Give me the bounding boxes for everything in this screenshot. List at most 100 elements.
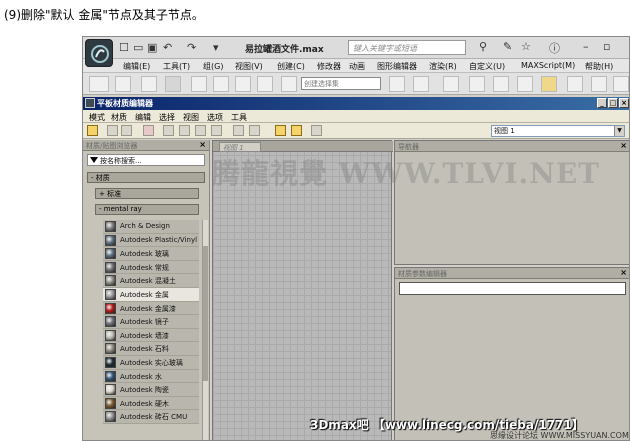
star-icon[interactable]: ☆ xyxy=(521,40,531,53)
menu-create[interactable]: 创建(C) xyxy=(277,61,305,72)
menu-modifiers[interactable]: 修改器 xyxy=(317,61,341,72)
slate-menu-tools[interactable]: 工具 xyxy=(231,112,247,123)
menu-help[interactable]: 帮助(H) xyxy=(585,61,613,72)
layer-manager-icon[interactable] xyxy=(443,76,459,92)
hide-unused-slots-icon[interactable] xyxy=(179,125,190,136)
slate-maximize-button[interactable]: □ xyxy=(608,98,618,108)
render-icon[interactable] xyxy=(613,76,629,92)
menu-graph-editors[interactable]: 图形编辑器 xyxy=(377,61,417,72)
list-item[interactable]: Autodesk 墙漆 xyxy=(103,328,199,343)
slate-menu-mode[interactable]: 模式 xyxy=(89,112,105,123)
search-input[interactable]: 键入关键字或短语 xyxy=(348,40,466,55)
material-browser-toggle-icon[interactable] xyxy=(275,125,286,136)
params-close-icon[interactable]: × xyxy=(620,268,627,277)
slate-minimize-button[interactable]: _ xyxy=(597,98,607,108)
wrench-icon[interactable]: ✎ xyxy=(503,40,512,53)
menu-customize[interactable]: 自定义(U) xyxy=(469,61,505,72)
list-item[interactable]: Autodesk 实心玻璃 xyxy=(103,355,199,370)
move-icon[interactable] xyxy=(141,76,157,92)
select-link-icon[interactable] xyxy=(115,76,131,92)
material-swatch-icon xyxy=(105,384,116,396)
layout-children-icon[interactable] xyxy=(249,125,260,136)
group-standard[interactable]: + 标准 xyxy=(95,188,199,199)
slate-menu-options[interactable]: 选项 xyxy=(207,112,223,123)
list-item[interactable]: Autodesk 陶瓷 xyxy=(103,383,199,397)
open-icon[interactable]: ▭ xyxy=(133,41,143,54)
mirror-icon[interactable] xyxy=(389,76,405,92)
list-item[interactable]: Autodesk 石料 xyxy=(103,342,199,356)
render-setup-icon[interactable] xyxy=(567,76,583,92)
scrollbar-thumb[interactable] xyxy=(203,246,208,381)
view-tab[interactable]: 视图 1 xyxy=(219,142,261,152)
browser-close-icon[interactable]: × xyxy=(199,140,206,149)
list-item[interactable]: Autodesk 常规 xyxy=(103,260,199,275)
select-object-icon[interactable] xyxy=(165,76,181,92)
menu-maxscript[interactable]: MAXScript(M) xyxy=(521,61,575,70)
menu-group[interactable]: 组(G) xyxy=(203,61,223,72)
list-item[interactable]: Autodesk 混凝土 xyxy=(103,274,199,288)
material-editor-icon[interactable] xyxy=(517,76,533,92)
list-item[interactable]: Autodesk 金属 xyxy=(103,287,199,302)
group-materials[interactable]: - 材质 xyxy=(87,172,205,183)
list-item[interactable]: Autodesk 硬木 xyxy=(103,396,199,411)
slate-menu-material[interactable]: 材质 xyxy=(111,112,127,123)
material-browser-panel: 材质/贴图浏览器 × 按名称搜索... - 材质 + 标准 - mental r… xyxy=(83,140,210,440)
move-children-icon[interactable] xyxy=(163,125,174,136)
menu-view[interactable]: 视图(V) xyxy=(235,61,263,72)
slate-close-button[interactable]: × xyxy=(619,98,629,108)
list-item[interactable]: Autodesk Plastic/Vinyl xyxy=(103,233,199,248)
select-filter-button[interactable] xyxy=(89,76,109,92)
browser-scrollbar[interactable] xyxy=(202,220,208,440)
assign-material-icon[interactable] xyxy=(121,125,132,136)
navigator-close-icon[interactable]: × xyxy=(620,141,627,150)
slate-menu-view[interactable]: 视图 xyxy=(183,112,199,123)
list-item[interactable]: Autodesk 水 xyxy=(103,369,199,384)
restore-icon[interactable]: ▫ xyxy=(603,40,610,53)
save-icon[interactable]: ▣ xyxy=(147,41,157,54)
dropdown-icon[interactable]: ▾ xyxy=(213,41,219,54)
list-item[interactable]: Arch & Design xyxy=(103,220,199,234)
view-select-dropdown[interactable]: 视图 1 ▼ xyxy=(491,125,625,137)
list-item[interactable]: Autodesk 金属漆 xyxy=(103,301,199,316)
max-logo-icon[interactable] xyxy=(85,39,113,67)
render-frame-icon[interactable] xyxy=(591,76,607,92)
material-swatch-icon xyxy=(105,302,116,314)
redo-icon[interactable]: ↷ xyxy=(187,41,196,54)
list-item[interactable]: Autodesk 镜子 xyxy=(103,315,199,329)
delete-icon[interactable] xyxy=(143,125,154,136)
menu-animation[interactable]: 动画 xyxy=(349,61,365,72)
spinner-snap-icon[interactable] xyxy=(257,76,273,92)
edit-named-sets-icon[interactable] xyxy=(281,76,297,92)
slate-menu-select[interactable]: 选择 xyxy=(159,112,175,123)
slate-editor-icon[interactable] xyxy=(541,76,557,92)
new-icon[interactable]: ☐ xyxy=(119,41,129,54)
show-background-icon[interactable] xyxy=(211,125,222,136)
curve-editor-icon[interactable] xyxy=(469,76,485,92)
options-triangle-icon[interactable] xyxy=(90,157,98,163)
params-name-field[interactable] xyxy=(399,282,626,295)
snap-3d-icon[interactable] xyxy=(191,76,207,92)
layout-all-icon[interactable] xyxy=(233,125,244,136)
slate-menu-edit[interactable]: 编辑 xyxy=(135,112,151,123)
pick-material-icon[interactable] xyxy=(107,125,118,136)
align-icon[interactable] xyxy=(413,76,429,92)
angle-snap-icon[interactable] xyxy=(213,76,229,92)
browser-search-input[interactable]: 按名称搜索... xyxy=(87,154,205,166)
menu-render[interactable]: 渲染(R) xyxy=(429,61,457,72)
parameter-editor-toggle-icon[interactable] xyxy=(291,125,302,136)
show-map-icon[interactable] xyxy=(195,125,206,136)
menu-tools[interactable]: 工具(T) xyxy=(163,61,190,72)
minimize-icon[interactable]: – xyxy=(583,40,589,53)
select-tool-icon[interactable] xyxy=(87,125,98,136)
percent-snap-icon[interactable] xyxy=(235,76,251,92)
list-item[interactable]: Autodesk 砖石 CMU xyxy=(103,410,199,424)
schematic-view-icon[interactable] xyxy=(493,76,509,92)
menu-edit[interactable]: 编辑(E) xyxy=(123,61,150,72)
group-mental-ray[interactable]: - mental ray xyxy=(95,204,199,215)
undo-icon[interactable]: ↶ xyxy=(163,41,172,54)
list-item[interactable]: Autodesk 玻璃 xyxy=(103,247,199,261)
selection-set-dropdown[interactable]: 创建选择集 xyxy=(301,77,381,90)
help-icon[interactable]: ⓘ xyxy=(549,40,560,56)
select-by-material-icon[interactable] xyxy=(311,125,322,136)
binoculars-icon[interactable]: ⚲ xyxy=(479,40,487,53)
